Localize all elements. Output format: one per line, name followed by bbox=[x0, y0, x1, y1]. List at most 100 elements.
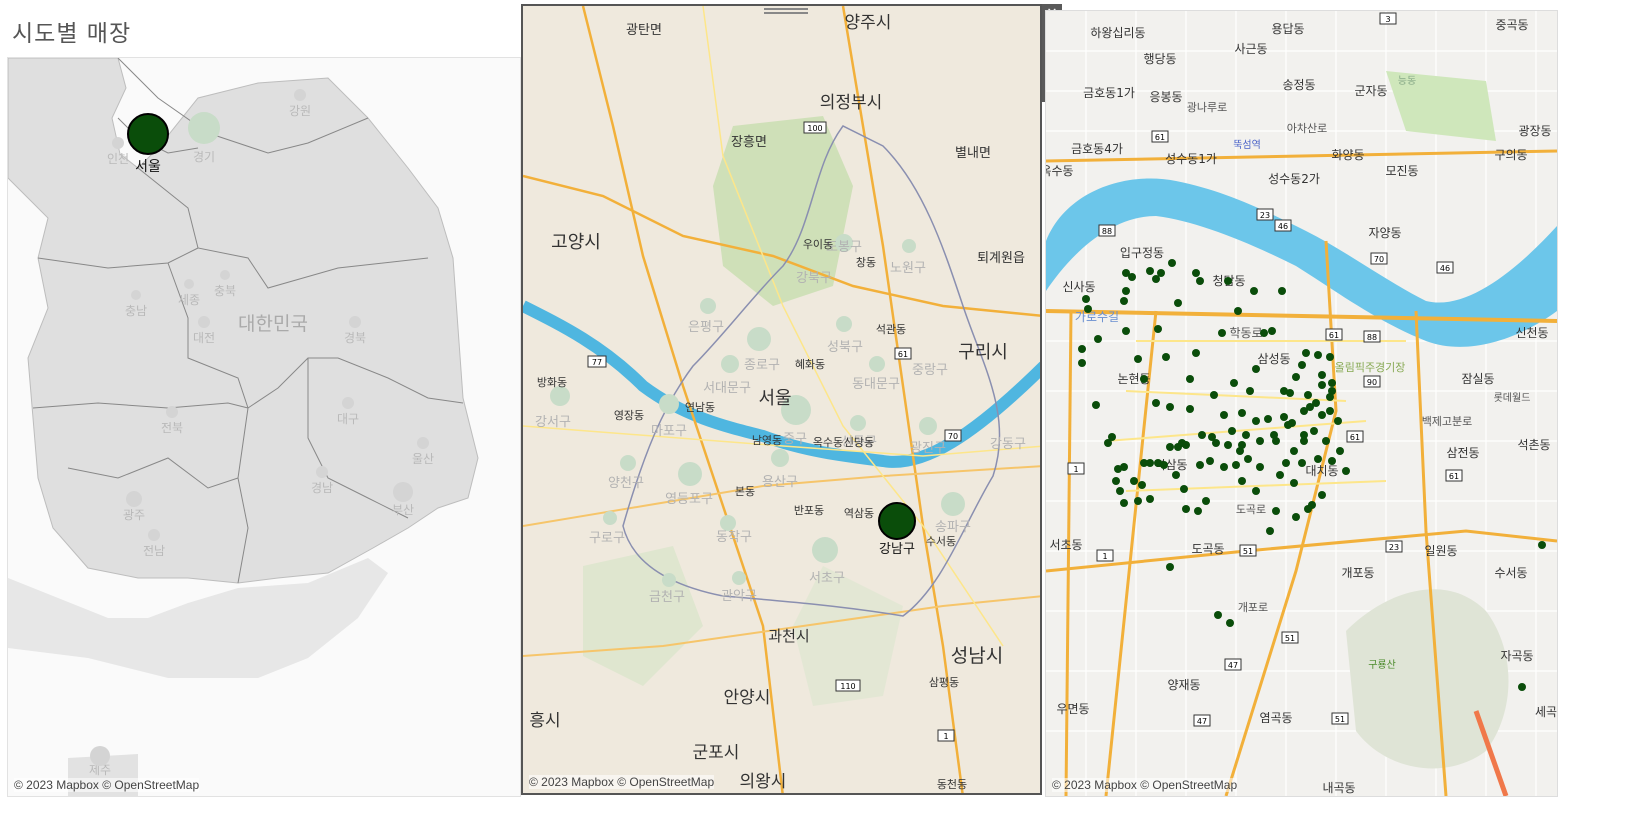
store-marker[interactable] bbox=[1192, 269, 1200, 277]
store-marker[interactable] bbox=[1078, 345, 1086, 353]
store-marker[interactable] bbox=[1172, 471, 1180, 479]
store-marker[interactable] bbox=[1328, 379, 1336, 387]
store-marker[interactable] bbox=[1268, 327, 1276, 335]
store-marker[interactable] bbox=[1162, 353, 1170, 361]
store-marker[interactable] bbox=[1230, 379, 1238, 387]
map-gangnam[interactable]: 하왕십리동 용답동 중곡동 행당동 사근동 금호동1가 응봉동 송정동 군자동 … bbox=[1045, 10, 1558, 797]
store-marker[interactable] bbox=[1122, 327, 1130, 335]
store-marker[interactable] bbox=[1140, 459, 1148, 467]
store-marker[interactable] bbox=[1128, 273, 1136, 281]
store-marker[interactable] bbox=[1290, 479, 1298, 487]
store-marker[interactable] bbox=[1276, 471, 1284, 479]
store-marker[interactable] bbox=[1328, 457, 1336, 465]
store-marker[interactable] bbox=[1192, 349, 1200, 357]
store-marker[interactable] bbox=[1252, 487, 1260, 495]
store-marker[interactable] bbox=[1256, 463, 1264, 471]
store-marker[interactable] bbox=[1318, 381, 1326, 389]
store-marker[interactable] bbox=[1280, 387, 1288, 395]
store-marker[interactable] bbox=[1326, 407, 1334, 415]
store-marker[interactable] bbox=[1112, 477, 1120, 485]
store-marker[interactable] bbox=[1186, 375, 1194, 383]
store-marker[interactable] bbox=[1334, 417, 1342, 425]
store-marker[interactable] bbox=[1146, 495, 1154, 503]
store-marker[interactable] bbox=[1078, 359, 1086, 367]
store-marker[interactable] bbox=[1244, 455, 1252, 463]
store-marker[interactable] bbox=[1312, 399, 1320, 407]
marker-gyeonggi[interactable] bbox=[188, 112, 220, 144]
store-marker[interactable] bbox=[1278, 287, 1286, 295]
marker-gangnam-selected[interactable] bbox=[878, 502, 916, 540]
store-marker[interactable] bbox=[1322, 437, 1330, 445]
store-marker[interactable] bbox=[1224, 277, 1232, 285]
store-marker[interactable] bbox=[1154, 325, 1162, 333]
store-marker[interactable] bbox=[1252, 417, 1260, 425]
map-korea[interactable]: 서울 대한민국 인천 경기 강원 충남 세종 충북 대전 경북 전북 대구 울산… bbox=[7, 57, 521, 797]
store-marker[interactable] bbox=[1152, 275, 1160, 283]
store-marker[interactable] bbox=[1302, 349, 1310, 357]
store-marker[interactable] bbox=[1146, 267, 1154, 275]
store-marker[interactable] bbox=[1326, 353, 1334, 361]
store-marker[interactable] bbox=[1300, 437, 1308, 445]
store-marker[interactable] bbox=[1178, 439, 1186, 447]
store-marker[interactable] bbox=[1232, 461, 1240, 469]
marker-seoul-selected[interactable] bbox=[127, 113, 169, 155]
store-marker[interactable] bbox=[1082, 295, 1090, 303]
store-marker[interactable] bbox=[1154, 459, 1162, 467]
store-marker[interactable] bbox=[1196, 461, 1204, 469]
store-marker[interactable] bbox=[1298, 361, 1306, 369]
store-marker[interactable] bbox=[1186, 405, 1194, 413]
store-marker[interactable] bbox=[1304, 505, 1312, 513]
store-marker[interactable] bbox=[1114, 465, 1122, 473]
store-marker[interactable] bbox=[1174, 299, 1182, 307]
store-marker[interactable] bbox=[1310, 427, 1318, 435]
store-marker[interactable] bbox=[1116, 487, 1124, 495]
store-marker[interactable] bbox=[1214, 611, 1222, 619]
store-marker[interactable] bbox=[1140, 375, 1148, 383]
store-marker[interactable] bbox=[1166, 563, 1174, 571]
store-marker[interactable] bbox=[1318, 411, 1326, 419]
store-marker[interactable] bbox=[1120, 297, 1128, 305]
store-marker[interactable] bbox=[1326, 393, 1334, 401]
store-marker[interactable] bbox=[1134, 355, 1142, 363]
store-marker[interactable] bbox=[1198, 431, 1206, 439]
store-marker[interactable] bbox=[1218, 329, 1226, 337]
store-marker[interactable] bbox=[1168, 259, 1176, 267]
store-marker[interactable] bbox=[1242, 431, 1250, 439]
store-marker[interactable] bbox=[1108, 433, 1116, 441]
store-marker[interactable] bbox=[1182, 505, 1190, 513]
store-marker[interactable] bbox=[1246, 387, 1254, 395]
store-marker[interactable] bbox=[1220, 411, 1228, 419]
store-marker[interactable] bbox=[1272, 507, 1280, 515]
store-marker[interactable] bbox=[1180, 485, 1188, 493]
store-marker[interactable] bbox=[1196, 277, 1204, 285]
store-marker[interactable] bbox=[1318, 371, 1326, 379]
store-marker[interactable] bbox=[1152, 399, 1160, 407]
store-marker[interactable] bbox=[1538, 541, 1546, 549]
store-marker[interactable] bbox=[1084, 305, 1092, 313]
store-marker[interactable] bbox=[1166, 403, 1174, 411]
store-marker[interactable] bbox=[1292, 513, 1300, 521]
store-marker[interactable] bbox=[1138, 481, 1146, 489]
store-marker[interactable] bbox=[1336, 447, 1344, 455]
store-marker[interactable] bbox=[1260, 329, 1268, 337]
store-marker[interactable] bbox=[1270, 431, 1278, 439]
store-marker[interactable] bbox=[1314, 455, 1322, 463]
store-marker[interactable] bbox=[1166, 443, 1174, 451]
store-marker[interactable] bbox=[1206, 457, 1214, 465]
store-marker[interactable] bbox=[1210, 391, 1218, 399]
store-marker[interactable] bbox=[1224, 441, 1232, 449]
drag-handle[interactable] bbox=[764, 6, 808, 16]
store-marker[interactable] bbox=[1194, 507, 1202, 515]
store-marker[interactable] bbox=[1282, 459, 1290, 467]
store-marker[interactable] bbox=[1280, 413, 1288, 421]
store-marker[interactable] bbox=[1318, 491, 1326, 499]
store-marker[interactable] bbox=[1092, 401, 1100, 409]
store-marker[interactable] bbox=[1304, 391, 1312, 399]
store-marker[interactable] bbox=[1238, 477, 1246, 485]
store-marker[interactable] bbox=[1236, 447, 1244, 455]
store-marker[interactable] bbox=[1284, 421, 1292, 429]
store-marker[interactable] bbox=[1314, 351, 1322, 359]
store-marker[interactable] bbox=[1256, 437, 1264, 445]
store-marker[interactable] bbox=[1342, 467, 1350, 475]
store-marker[interactable] bbox=[1130, 477, 1138, 485]
